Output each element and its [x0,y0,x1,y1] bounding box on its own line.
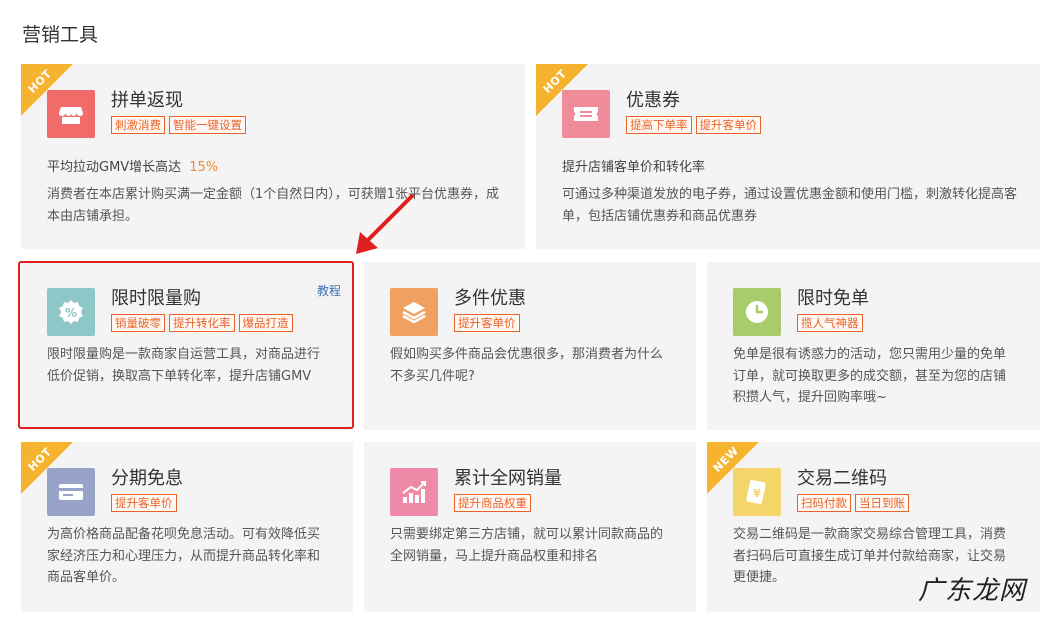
tag-list: 揽人气神器 [797,314,863,332]
tool-card-coupon[interactable]: HOT 优惠券 提高下单率 提升客单价 提升店铺客单价和转化率 可通过多种渠道发… [536,64,1040,249]
ticket-icon [562,90,610,138]
layers-icon [390,288,438,336]
tag: 提升客单价 [454,314,520,332]
clock-icon [733,288,781,336]
tool-card-flash-sale[interactable]: % 限时限量购 教程 销量破零 提升转化率 爆品打造 限时限量购是一款商家自运营… [21,262,353,430]
stat-label: 提升店铺客单价和转化率 [562,160,706,175]
tag: 扫码付款 [797,494,851,512]
tool-name: 累计全网销量 [454,468,562,489]
tag-list: 提升商品权重 [454,494,531,512]
tag: 刺激消费 [111,116,165,134]
tool-card-group-cashback[interactable]: HOT 拼单返现 刺激消费 智能一键设置 平均拉动GMV增长高达 15% 消费者在… [21,64,525,249]
tool-card-multi-item-discount[interactable]: 多件优惠 提升客单价 假如购买多件商品会优惠很多，那消费者为什么不多买几件呢? [364,262,696,430]
tag: 揽人气神器 [797,314,863,332]
tool-name: 交易二维码 [797,468,887,489]
tag-list: 刺激消费 智能一键设置 [111,116,246,134]
qr-payment-icon: ¥ [733,468,781,516]
tool-name: 分期免息 [111,468,183,489]
tool-card-free-order[interactable]: 限时免单 揽人气神器 免单是很有诱惑力的活动，您只需用少量的免单订单，就可换取更… [707,262,1040,430]
tag: 爆品打造 [238,314,293,332]
tool-description: 免单是很有诱惑力的活动，您只需用少量的免单订单，就可换取更多的成交额，甚至为您的… [733,347,1007,405]
percent-icon: % [47,288,95,336]
store-icon [47,90,95,138]
tool-name: 限时限量购 [111,288,201,309]
tag: 提升客单价 [111,494,177,512]
tool-card-installment[interactable]: HOT 分期免息 提升客单价 为高价格商品配备花呗免息活动。可有效降低买家经济压… [21,442,353,612]
stat-line: 平均拉动GMV增长高达 15% [47,156,218,175]
tag: 提升客单价 [695,116,761,134]
tag: 销量破零 [111,314,165,332]
page-title: 营销工具 [22,24,99,46]
watermark: 广东龙网 [918,576,1027,606]
tool-card-cumulative-sales[interactable]: 累计全网销量 提升商品权重 只需要绑定第三方店铺，就可以累计同款商品的全网销量，… [364,442,696,612]
growth-chart-icon [390,468,438,516]
tool-description: 限时限量购是一款商家自运营工具，对商品进行低价促销，换取高下单转化率，提升店铺G… [47,347,321,384]
tool-description: 假如购买多件商品会优惠很多，那消费者为什么不多买几件呢? [390,347,664,384]
stat-label: 平均拉动GMV增长高达 [47,160,182,175]
tool-name: 优惠券 [626,90,680,111]
tag-list: 提高下单率 提升客单价 [626,116,761,134]
tool-name: 多件优惠 [454,288,526,309]
stat-value: 15% [189,160,219,175]
tag-list: 扫码付款 当日到账 [797,494,909,512]
tool-description: 消费者在本店累计购买满一定金额（1个自然日内），可获赠1张平台优惠券，成本由店铺… [47,187,500,224]
tutorial-link[interactable]: 教程 [317,282,341,299]
tag-list: 提升客单价 [111,494,177,512]
tag: 智能一键设置 [169,116,246,134]
tag-list: 提升客单价 [454,314,520,332]
tag: 提升转化率 [169,314,235,332]
svg-text:¥: ¥ [753,487,761,500]
arrow-annotation-icon [356,194,414,254]
tag: 当日到账 [855,494,909,512]
tag-list: 销量破零 提升转化率 爆品打造 [111,314,293,332]
tool-description: 可通过多种渠道发放的电子券，通过设置优惠金额和使用门槛，刺激转化提高客单，包括店… [562,187,1018,224]
tag: 提升商品权重 [454,494,531,512]
tool-description: 为高价格商品配备花呗免息活动。可有效降低买家经济压力和心理压力，从而提升商品转化… [47,527,321,585]
tool-name: 限时免单 [797,288,869,309]
credit-card-icon [47,468,95,516]
tag: 提高下单率 [626,116,692,134]
stat-line: 提升店铺客单价和转化率 [562,156,705,175]
tool-description: 只需要绑定第三方店铺，就可以累计同款商品的全网销量，马上提升商品权重和排名 [390,527,664,564]
tool-name: 拼单返现 [111,90,183,111]
svg-text:%: % [65,306,77,320]
